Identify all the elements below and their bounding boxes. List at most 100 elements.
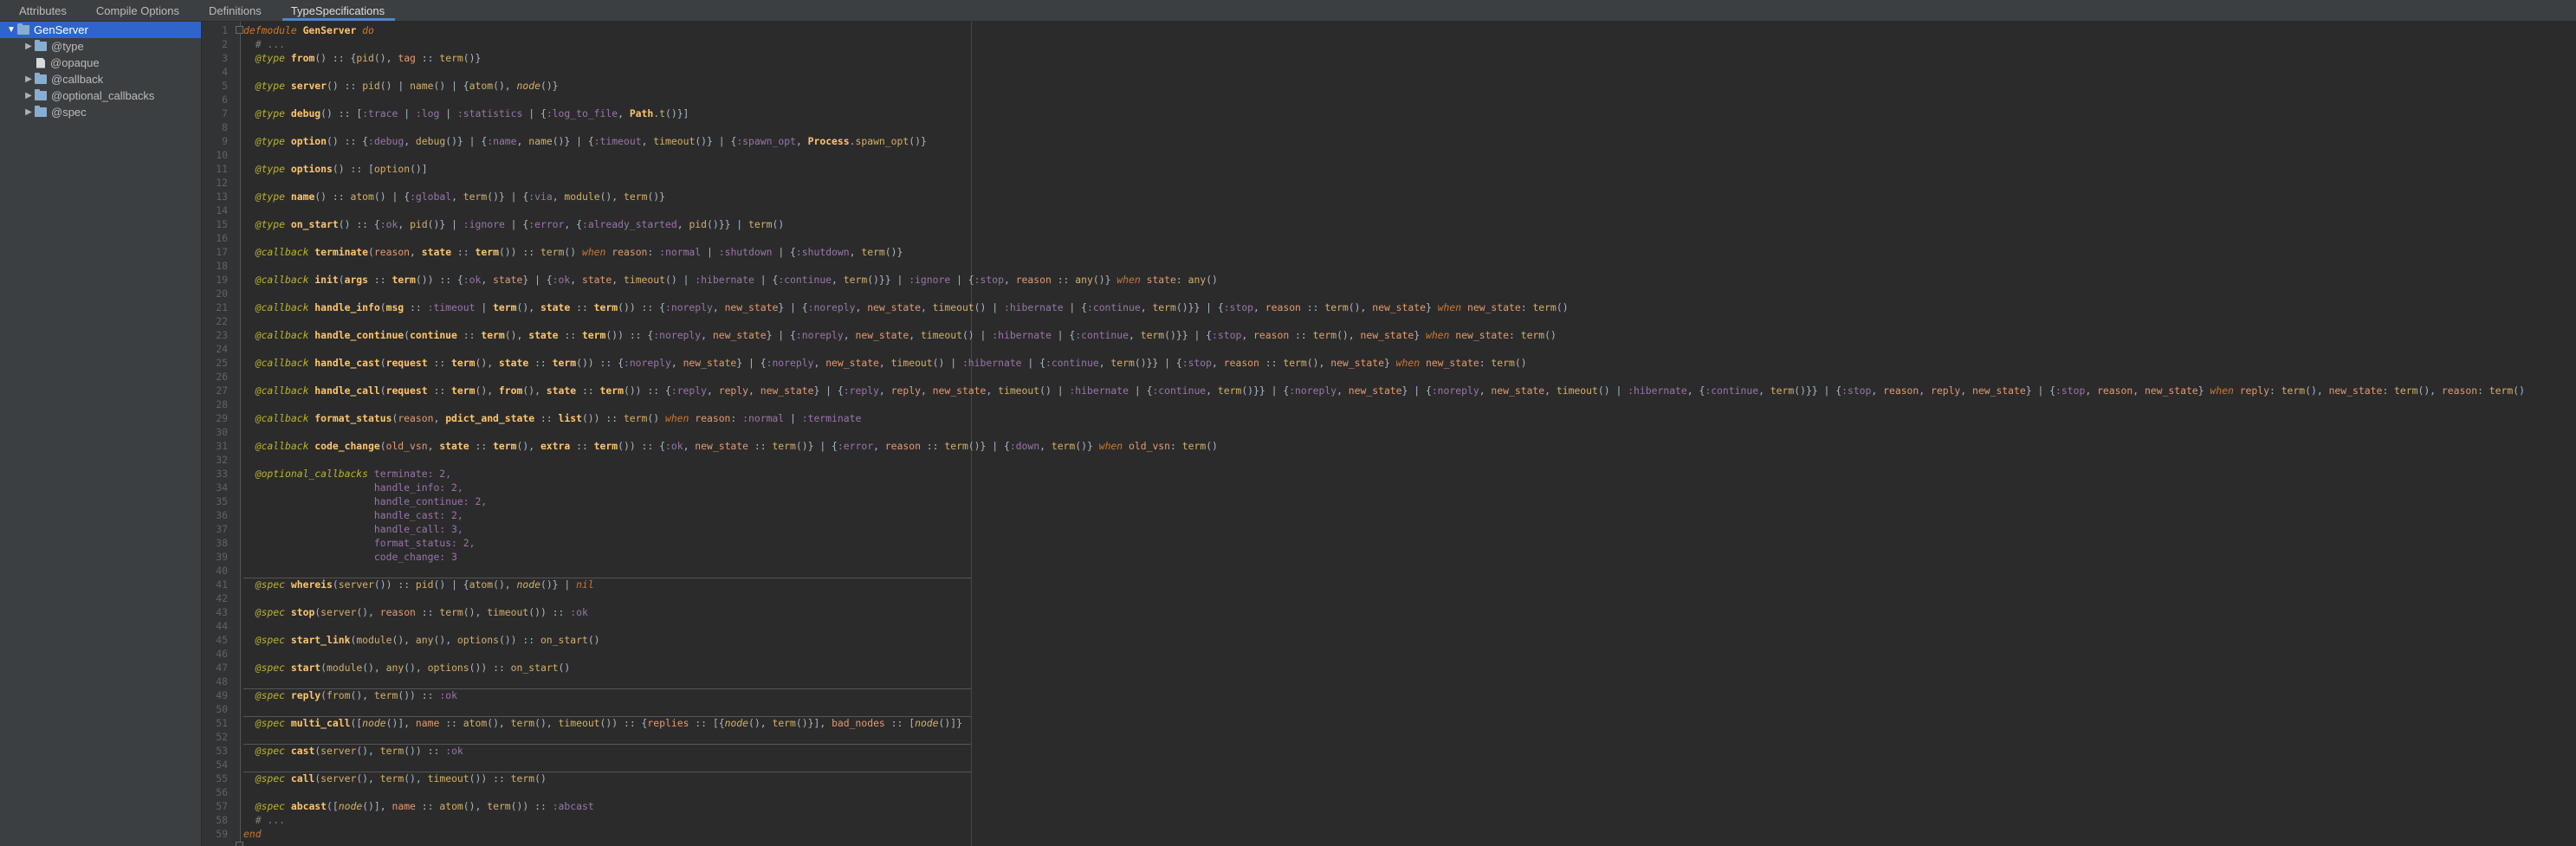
- code-line[interactable]: 55 @spec call(server(), term(), timeout(…: [202, 772, 2576, 785]
- code-line[interactable]: 8: [202, 120, 2576, 134]
- code-line[interactable]: 30: [202, 425, 2576, 439]
- tab-attributes[interactable]: Attributes: [0, 0, 77, 21]
- code-line[interactable]: 21 @callback handle_info(msg :: :timeout…: [202, 300, 2576, 314]
- code-line[interactable]: 57 @spec abcast([node()], name :: atom()…: [202, 799, 2576, 813]
- chevron-right-icon[interactable]: ▶: [23, 107, 35, 117]
- code-token: () :: {: [314, 52, 357, 64]
- code-line[interactable]: 50: [202, 702, 2576, 716]
- tree-item-spec[interactable]: ▶ @spec: [0, 104, 201, 120]
- line-number: 14: [216, 204, 228, 216]
- code-token: reply: [1931, 384, 1961, 397]
- code-token: | {: [1021, 357, 1045, 369]
- code-line[interactable]: 49 @spec reply(from(), term()) :: :ok: [202, 688, 2576, 702]
- code-line[interactable]: 18: [202, 259, 2576, 273]
- code-line[interactable]: 24: [202, 342, 2576, 356]
- code-token: (): [772, 218, 785, 230]
- tab-compile-options[interactable]: Compile Options: [77, 0, 190, 21]
- code-token: term: [493, 440, 517, 452]
- tab-definitions[interactable]: Definitions: [190, 0, 272, 21]
- line-number: 11: [216, 163, 228, 175]
- code-text: @spec whereis(server()) :: pid() | {atom…: [243, 578, 594, 591]
- code-line[interactable]: 7 @type debug() :: [:trace | :log | :sta…: [202, 107, 2576, 120]
- chevron-down-icon[interactable]: ▼: [5, 25, 17, 35]
- line-number: 3: [222, 52, 228, 64]
- code-line[interactable]: 52: [202, 730, 2576, 744]
- code-line[interactable]: 12: [202, 176, 2576, 190]
- code-line[interactable]: 6: [202, 93, 2576, 107]
- code-token: ()} | {: [552, 135, 594, 147]
- code-line[interactable]: 34 handle_info: 2,: [202, 481, 2576, 494]
- code-line[interactable]: 53 @spec cast(server(), term()) :: :ok: [202, 744, 2576, 758]
- code-line[interactable]: 10: [202, 148, 2576, 162]
- code-line[interactable]: 16: [202, 231, 2576, 245]
- code-line[interactable]: 58 # ...: [202, 813, 2576, 827]
- code-token: options: [427, 662, 469, 674]
- code-line[interactable]: 44: [202, 619, 2576, 633]
- code-line[interactable]: 37 handle_call: 3,: [202, 522, 2576, 536]
- code-line[interactable]: 25 @callback handle_cast(request :: term…: [202, 356, 2576, 370]
- tree-item-optional-callbacks[interactable]: ▶ @optional_callbacks: [0, 87, 201, 104]
- code-line[interactable]: 51 @spec multi_call([node()], name :: at…: [202, 716, 2576, 730]
- code-line[interactable]: 15 @type on_start() :: {:ok, pid()} | :i…: [202, 217, 2576, 231]
- line-number: 46: [216, 648, 228, 660]
- line-number: 21: [216, 301, 228, 313]
- code-line[interactable]: 31 @callback code_change(old_vsn, state …: [202, 439, 2576, 453]
- tree-item-opaque[interactable]: @opaque: [0, 55, 201, 71]
- code-line[interactable]: 9 @type option() :: {:debug, debug()} | …: [202, 134, 2576, 148]
- code-line[interactable]: 26: [202, 370, 2576, 384]
- code-line[interactable]: 46: [202, 647, 2576, 661]
- code-line[interactable]: 19 @callback init(args :: term()) :: {:o…: [202, 273, 2576, 287]
- code-line[interactable]: 1 defmodule GenServer do: [202, 23, 2576, 37]
- code-line[interactable]: 4: [202, 65, 2576, 79]
- code-editor[interactable]: 1 defmodule GenServer do 2 # ... 3 @type fr…: [202, 22, 2576, 846]
- code-line[interactable]: 3 @type from() :: {pid(), tag :: term()}: [202, 51, 2576, 65]
- code-line[interactable]: 29 @callback format_status(reason, pdict…: [202, 411, 2576, 425]
- code-line[interactable]: 17 @callback terminate(reason, state :: …: [202, 245, 2576, 259]
- code-token: any: [415, 634, 434, 646]
- code-line[interactable]: 38 format_status: 2,: [202, 536, 2576, 550]
- code-line[interactable]: 54: [202, 758, 2576, 772]
- tab-typespecifications[interactable]: TypeSpecifications: [272, 0, 396, 21]
- code-line[interactable]: 23 @callback handle_continue(continue ::…: [202, 328, 2576, 342]
- code-token: atom: [439, 800, 463, 812]
- code-token: module: [564, 191, 600, 203]
- code-line[interactable]: 39 code_change: 3: [202, 550, 2576, 564]
- chevron-right-icon[interactable]: ▶: [23, 91, 35, 100]
- line-number: 51: [216, 717, 228, 729]
- code-token: :ok: [552, 274, 571, 286]
- code-line[interactable]: 45 @spec start_link(module(), any(), opt…: [202, 633, 2576, 647]
- code-line[interactable]: 42: [202, 591, 2576, 605]
- code-line[interactable]: 48: [202, 675, 2576, 688]
- code-line[interactable]: 41 @spec whereis(server()) :: pid() | {a…: [202, 578, 2576, 591]
- code-line[interactable]: 5 @type server() :: pid() | name() | {at…: [202, 79, 2576, 93]
- chevron-right-icon[interactable]: ▶: [23, 74, 35, 84]
- tree-item-callback[interactable]: ▶ @callback: [0, 71, 201, 87]
- code-line[interactable]: 35 handle_continue: 2,: [202, 494, 2576, 508]
- code-token: ,: [1758, 384, 1770, 397]
- code-token: (: [379, 357, 386, 369]
- code-line[interactable]: 56: [202, 785, 2576, 799]
- tree-item-type[interactable]: ▶ @type: [0, 38, 201, 55]
- code-line[interactable]: 2 # ...: [202, 37, 2576, 51]
- tree-item-genserver[interactable]: ▼ GenServer: [0, 22, 201, 38]
- code-line[interactable]: 33 @optional_callbacks terminate: 2,: [202, 467, 2576, 481]
- chevron-right-icon[interactable]: ▶: [23, 42, 35, 51]
- code-line[interactable]: 36 handle_cast: 2,: [202, 508, 2576, 522]
- code-line[interactable]: 14: [202, 203, 2576, 217]
- code-token: (: [379, 384, 386, 397]
- code-line[interactable]: 28: [202, 397, 2576, 411]
- code-line[interactable]: 20: [202, 287, 2576, 300]
- code-line[interactable]: 13 @type name() :: atom() | {:global, te…: [202, 190, 2576, 203]
- code-line[interactable]: 47 @spec start(module(), any(), options(…: [202, 661, 2576, 675]
- code-line[interactable]: 43 @spec stop(server(), reason :: term()…: [202, 605, 2576, 619]
- code-line[interactable]: 22: [202, 314, 2576, 328]
- code-line[interactable]: 11 @type options() :: [option()]: [202, 162, 2576, 176]
- code-line[interactable]: 32: [202, 453, 2576, 467]
- code-line[interactable]: 40: [202, 564, 2576, 578]
- code-token: ,: [1337, 384, 1349, 397]
- code-token: () :: {: [327, 135, 369, 147]
- code-line[interactable]: 59 end: [202, 827, 2576, 841]
- code-line[interactable]: 27 @callback handle_call(request :: term…: [202, 384, 2576, 397]
- fold-marker-icon[interactable]: [236, 842, 243, 846]
- code-token: @callback: [243, 246, 315, 258]
